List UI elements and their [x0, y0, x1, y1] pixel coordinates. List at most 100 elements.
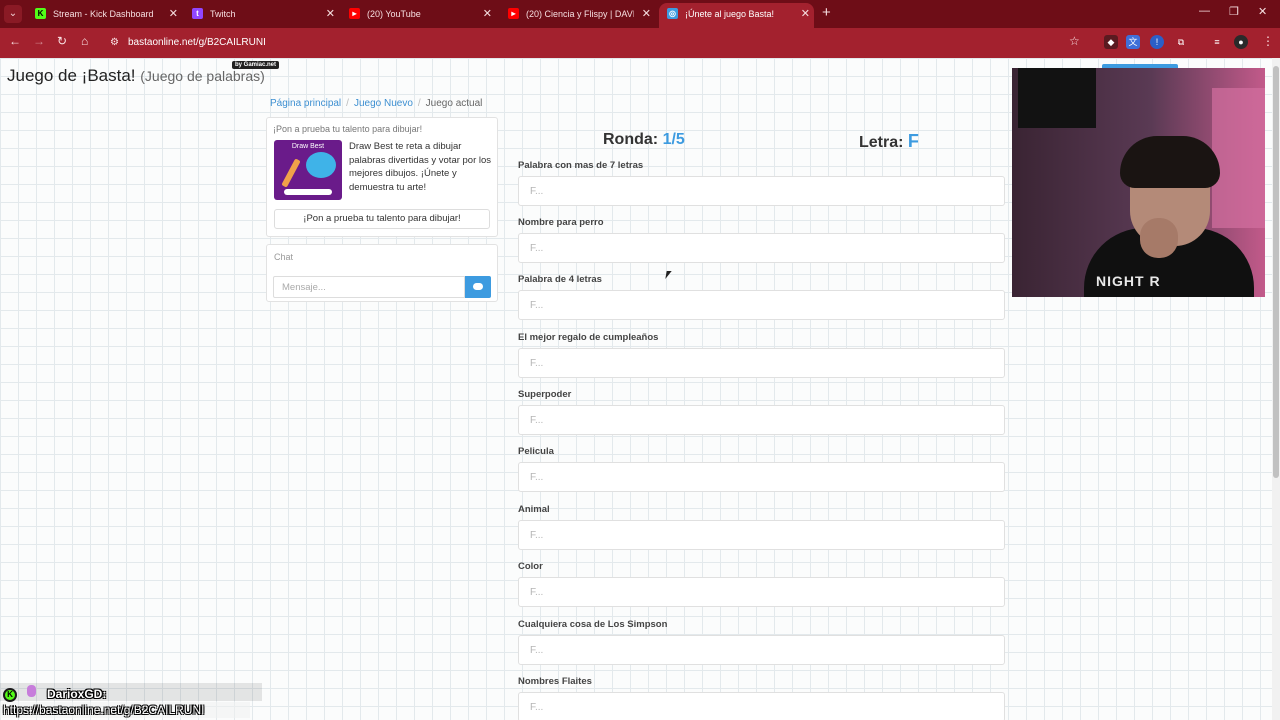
tab-twitch[interactable]: t Twitch ✕ — [184, 3, 339, 25]
answer-input[interactable] — [518, 635, 1005, 665]
draw-best-promo: ¡Pon a prueba tu talento para dibujar! D… — [266, 117, 498, 237]
globe-icon: ◎ — [667, 8, 678, 19]
chat-bubble-icon — [473, 283, 483, 290]
field-label: Palabra con mas de 7 letras — [518, 160, 644, 171]
microphone-icon — [27, 685, 36, 697]
promo-text: Draw Best te reta a dibujar palabras div… — [349, 141, 492, 193]
promo-button[interactable]: ¡Pon a prueba tu talento para dibujar! — [274, 209, 490, 229]
tab-youtube[interactable]: ▸ (20) YouTube ✕ — [341, 3, 496, 25]
close-icon[interactable]: ✕ — [169, 3, 178, 25]
reload-icon[interactable]: ↻ — [57, 34, 67, 48]
answer-input[interactable] — [518, 176, 1005, 206]
field-label: Superpoder — [518, 389, 572, 400]
close-icon[interactable]: ✕ — [642, 3, 651, 25]
webcam-light — [1212, 88, 1265, 228]
bookmark-star-icon[interactable]: ☆ — [1069, 34, 1080, 48]
tab-title: ¡Únete al juego Basta! — [685, 9, 775, 19]
webcam-person-hand — [1140, 218, 1178, 258]
site-info-icon[interactable]: ⚙ — [110, 32, 119, 54]
promo-image-label: Draw Best — [291, 143, 325, 150]
field-label: Palabra de 4 letras — [518, 274, 602, 285]
tab-youtube-video[interactable]: ▸ (20) Ciencia y Flispy | DAVID SU ✕ — [500, 3, 655, 25]
translate-icon[interactable]: 文 — [1126, 35, 1140, 49]
webcam-tv — [1018, 68, 1096, 128]
promo-image[interactable]: Draw Best — [274, 140, 342, 200]
promo-title: ¡Pon a prueba tu talento para dibujar! — [273, 124, 423, 134]
field-label: Color — [518, 561, 543, 572]
answer-input[interactable] — [518, 233, 1005, 263]
chat-send-button[interactable] — [465, 276, 491, 298]
new-tab-button[interactable]: + — [822, 4, 831, 21]
letter-value: F — [907, 131, 919, 151]
address-bar[interactable]: ⚙ bastaonline.net/g/B2CAILRUNI — [110, 32, 1090, 54]
tab-title: Twitch — [210, 9, 236, 19]
chat-message: https://bastaonline.net/g/B2CAILRUNI — [0, 702, 250, 718]
paint-splash-icon — [306, 152, 336, 178]
home-icon[interactable]: ⌂ — [81, 34, 88, 48]
tab-title: (20) Ciencia y Flispy | DAVID SU — [526, 9, 634, 19]
chat-title: Chat — [274, 252, 294, 262]
round-label: Ronda: — [603, 131, 659, 148]
url-text: bastaonline.net/g/B2CAILRUNI — [128, 37, 266, 48]
close-window-icon[interactable]: ✕ — [1258, 5, 1267, 18]
back-icon[interactable]: ← — [9, 34, 21, 48]
tab-title: (20) YouTube — [367, 9, 421, 19]
browser-toolbar: ← → ↻ ⌂ ⚙ bastaonline.net/g/B2CAILRUNI ☆… — [0, 28, 1280, 58]
webcam-shirt-text: NIGHT R — [1096, 273, 1161, 289]
answer-input[interactable] — [518, 692, 1005, 720]
field-label: Animal — [518, 504, 550, 515]
breadcrumb-home-link[interactable]: Página principal — [270, 98, 341, 109]
tab-bar: ⌄ K Stream - Kick Dashboard ✕ t Twitch ✕… — [0, 0, 1280, 28]
chat-message-input[interactable] — [273, 276, 465, 298]
page-scrollbar[interactable] — [1272, 58, 1280, 720]
field-label: Nombres Flaites — [518, 676, 592, 687]
answer-input[interactable] — [518, 405, 1005, 435]
letter-label: Letra: — [859, 134, 904, 151]
tab-search-icon[interactable]: ⌄ — [4, 5, 22, 23]
media-icon[interactable]: ≡ — [1210, 35, 1224, 49]
breadcrumb-new-game-link[interactable]: Juego Nuevo — [354, 98, 413, 109]
avatar[interactable]: ● — [1234, 35, 1248, 49]
close-icon[interactable]: ✕ — [483, 3, 492, 25]
answer-input[interactable] — [518, 462, 1005, 492]
mouse-cursor-icon — [665, 271, 672, 279]
answer-input[interactable] — [518, 290, 1005, 320]
restore-icon[interactable]: ❐ — [1229, 5, 1239, 18]
promo-image-footer — [284, 189, 332, 195]
breadcrumb-current: Juego actual — [425, 98, 483, 109]
extension-icon[interactable]: ◆ — [1104, 35, 1118, 49]
page-content: Juego de ¡Basta! (Juego de palabras) by … — [0, 58, 1272, 720]
field-label: Cualquiera cosa de Los Simpson — [518, 619, 668, 630]
breadcrumb-separator: / — [417, 98, 421, 109]
minimize-icon[interactable]: — — [1199, 5, 1210, 17]
extensions-puzzle-icon[interactable]: ⧉ — [1174, 35, 1188, 49]
field-label: Nombre para perro — [518, 217, 604, 228]
close-icon[interactable]: ✕ — [326, 3, 335, 25]
forward-icon[interactable]: → — [33, 34, 45, 48]
gamiac-badge[interactable]: by Gamiac.net — [232, 61, 280, 69]
round-indicator: Ronda: 1/5 — [603, 131, 685, 149]
field-label: El mejor regalo de cumpleaños — [518, 332, 659, 343]
youtube-icon: ▸ — [508, 8, 519, 19]
tab-title: Stream - Kick Dashboard — [53, 9, 154, 19]
overlay-message-row: K DarioxGD: — [0, 683, 262, 702]
site-title-text: Juego de ¡Basta! — [7, 66, 136, 85]
tab-basta[interactable]: ◎ ¡Únete al juego Basta! ✕ — [659, 3, 814, 28]
answer-input[interactable] — [518, 520, 1005, 550]
close-icon[interactable]: ✕ — [801, 3, 810, 25]
site-subtitle: (Juego de palabras) — [140, 68, 265, 84]
scrollbar-thumb[interactable] — [1273, 66, 1279, 478]
webcam-person-hair — [1120, 136, 1220, 188]
field-label: Pelicula — [518, 446, 554, 457]
letter-indicator: Letra: F — [859, 131, 919, 152]
answer-input[interactable] — [518, 577, 1005, 607]
stream-chat-overlay: K DarioxGD: https://bastaonline.net/g/B2… — [0, 679, 262, 720]
tab-kick[interactable]: K Stream - Kick Dashboard ✕ — [27, 3, 182, 25]
breadcrumb: Página principal / Juego Nuevo / Juego actua… — [270, 98, 482, 109]
menu-dots-icon[interactable]: ⋮ — [1262, 34, 1274, 48]
kick-icon: K — [3, 688, 17, 702]
answer-input[interactable] — [518, 348, 1005, 378]
webcam-overlay: NIGHT R — [1012, 68, 1265, 297]
youtube-icon: ▸ — [349, 8, 360, 19]
shield-icon[interactable]: ! — [1150, 35, 1164, 49]
